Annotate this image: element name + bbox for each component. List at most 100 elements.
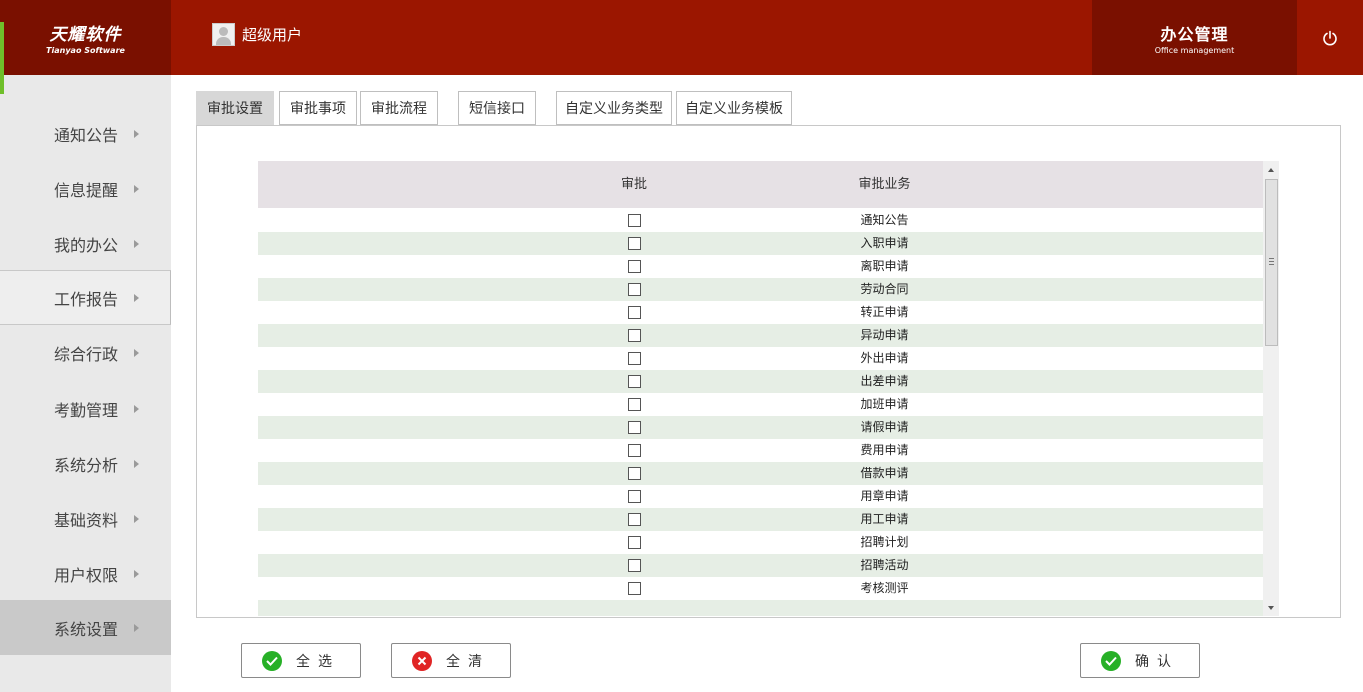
tab-approval-flow[interactable]: 审批流程 [360,91,438,125]
approve-checkbox[interactable] [628,490,641,503]
sidebar-item-label: 系统设置 [54,619,119,639]
approve-checkbox[interactable] [628,283,641,296]
approve-checkbox[interactable] [628,444,641,457]
scrollbar-thumb[interactable] [1265,179,1278,346]
sidebar-item-reminder[interactable]: 信息提醒 [0,161,171,216]
table-row: 招聘计划 [258,531,1263,554]
check-circle-icon [1101,650,1121,671]
brand-logo: 天耀软件 Tianyao Software [0,0,171,75]
chevron-right-icon [134,514,139,523]
sidebar-item-system-settings[interactable]: 系统设置 [0,600,171,655]
sidebar: 通知公告 信息提醒 我的办公 工作报告 综合行政 考勤管理 系统分析 基础资料 … [0,75,171,692]
sidebar-item-analysis[interactable]: 系统分析 [0,436,171,491]
confirm-label: 确认 [1135,653,1179,670]
business-name: 用工申请 [860,512,909,526]
table-row: 招聘活动 [258,554,1263,577]
business-name: 异动申请 [860,328,909,342]
confirm-button[interactable]: 确认 [1080,643,1200,678]
approve-checkbox[interactable] [628,214,641,227]
business-name: 招聘计划 [860,535,909,549]
approve-checkbox[interactable] [628,421,641,434]
business-name: 入职申请 [860,236,909,250]
table-row: 转正申请 [258,301,1263,324]
business-name: 外出申请 [860,351,909,365]
grid-header: 审批 审批业务 [258,161,1263,208]
approve-checkbox[interactable] [628,513,641,526]
sidebar-item-work-report[interactable]: 工作报告 [0,270,171,325]
scroll-up-button[interactable] [1263,161,1279,178]
grip-icon [1269,258,1274,265]
business-name: 考核测评 [860,581,909,595]
table-row-empty [258,600,1263,616]
table-row: 考核测评 [258,577,1263,600]
sidebar-item-label: 工作报告 [54,289,119,309]
approve-checkbox[interactable] [628,306,641,319]
business-name: 劳动合同 [860,282,909,296]
logo-subtitle: Tianyao Software [46,46,125,55]
table-row: 借款申请 [258,462,1263,485]
avatar [212,23,235,46]
grid-scrollbar[interactable] [1263,161,1279,616]
approve-checkbox[interactable] [628,352,641,365]
sidebar-item-attendance[interactable]: 考勤管理 [0,381,171,436]
approve-checkbox[interactable] [628,559,641,572]
tab-approval-items[interactable]: 审批事项 [279,91,357,125]
user-name: 超级用户 [242,26,303,44]
tab-custom-business-type[interactable]: 自定义业务类型 [556,91,672,125]
business-name: 出差申请 [860,374,909,388]
approve-checkbox[interactable] [628,398,641,411]
sidebar-item-notice[interactable]: 通知公告 [0,106,171,161]
sidebar-item-label: 综合行政 [54,344,119,364]
chevron-right-icon [134,239,139,248]
approve-checkbox[interactable] [628,582,641,595]
chevron-right-icon [134,623,139,632]
power-button[interactable] [1297,0,1363,75]
table-row: 用章申请 [258,485,1263,508]
chevron-right-icon [134,184,139,193]
check-circle-icon [262,650,282,671]
table-row: 请假申请 [258,416,1263,439]
tab-sms-interface[interactable]: 短信接口 [458,91,536,125]
business-name: 费用申请 [860,443,909,457]
column-header-business: 审批业务 [858,177,911,192]
select-all-button[interactable]: 全选 [241,643,361,678]
table-row: 费用申请 [258,439,1263,462]
sidebar-item-my-office[interactable]: 我的办公 [0,216,171,271]
tab-approval-settings[interactable]: 审批设置 [196,91,274,125]
chevron-right-icon [134,404,139,413]
business-name: 请假申请 [860,420,909,434]
sidebar-item-label: 用户权限 [54,565,119,585]
approve-checkbox[interactable] [628,237,641,250]
sidebar-item-basic-data[interactable]: 基础资料 [0,491,171,546]
clear-all-button[interactable]: 全清 [391,643,511,678]
sidebar-item-admin[interactable]: 综合行政 [0,325,171,380]
tab-custom-business-template[interactable]: 自定义业务模板 [676,91,792,125]
approve-checkbox[interactable] [628,467,641,480]
select-all-label: 全选 [296,653,340,670]
sidebar-item-label: 考勤管理 [54,400,119,420]
table-row: 劳动合同 [258,278,1263,301]
power-icon [1323,30,1337,45]
module-title: 办公管理 Office management [1092,0,1297,75]
table-row: 异动申请 [258,324,1263,347]
top-header: 天耀软件 Tianyao Software 超级用户 办公管理 Office m… [0,0,1363,75]
sidebar-item-permissions[interactable]: 用户权限 [0,546,171,601]
approve-checkbox[interactable] [628,329,641,342]
table-row: 用工申请 [258,508,1263,531]
approve-checkbox[interactable] [628,536,641,549]
business-name: 招聘活动 [860,558,909,572]
clear-all-label: 全清 [446,653,490,670]
grid-body: 通知公告 入职申请 离职申请 劳动合同 转正申请 异动申请 外出申请 出差申请 加班申请 请假申请… [258,209,1263,616]
scroll-down-button[interactable] [1263,599,1279,616]
sidebar-item-label: 通知公告 [54,125,119,145]
logo-title: 天耀软件 [49,25,122,45]
chevron-right-icon [134,569,139,578]
table-row: 通知公告 [258,209,1263,232]
approve-checkbox[interactable] [628,260,641,273]
current-user[interactable]: 超级用户 [212,23,302,46]
table-row: 入职申请 [258,232,1263,255]
business-name: 借款申请 [860,466,909,480]
module-title-main: 办公管理 [1160,24,1229,44]
table-row: 出差申请 [258,370,1263,393]
approve-checkbox[interactable] [628,375,641,388]
